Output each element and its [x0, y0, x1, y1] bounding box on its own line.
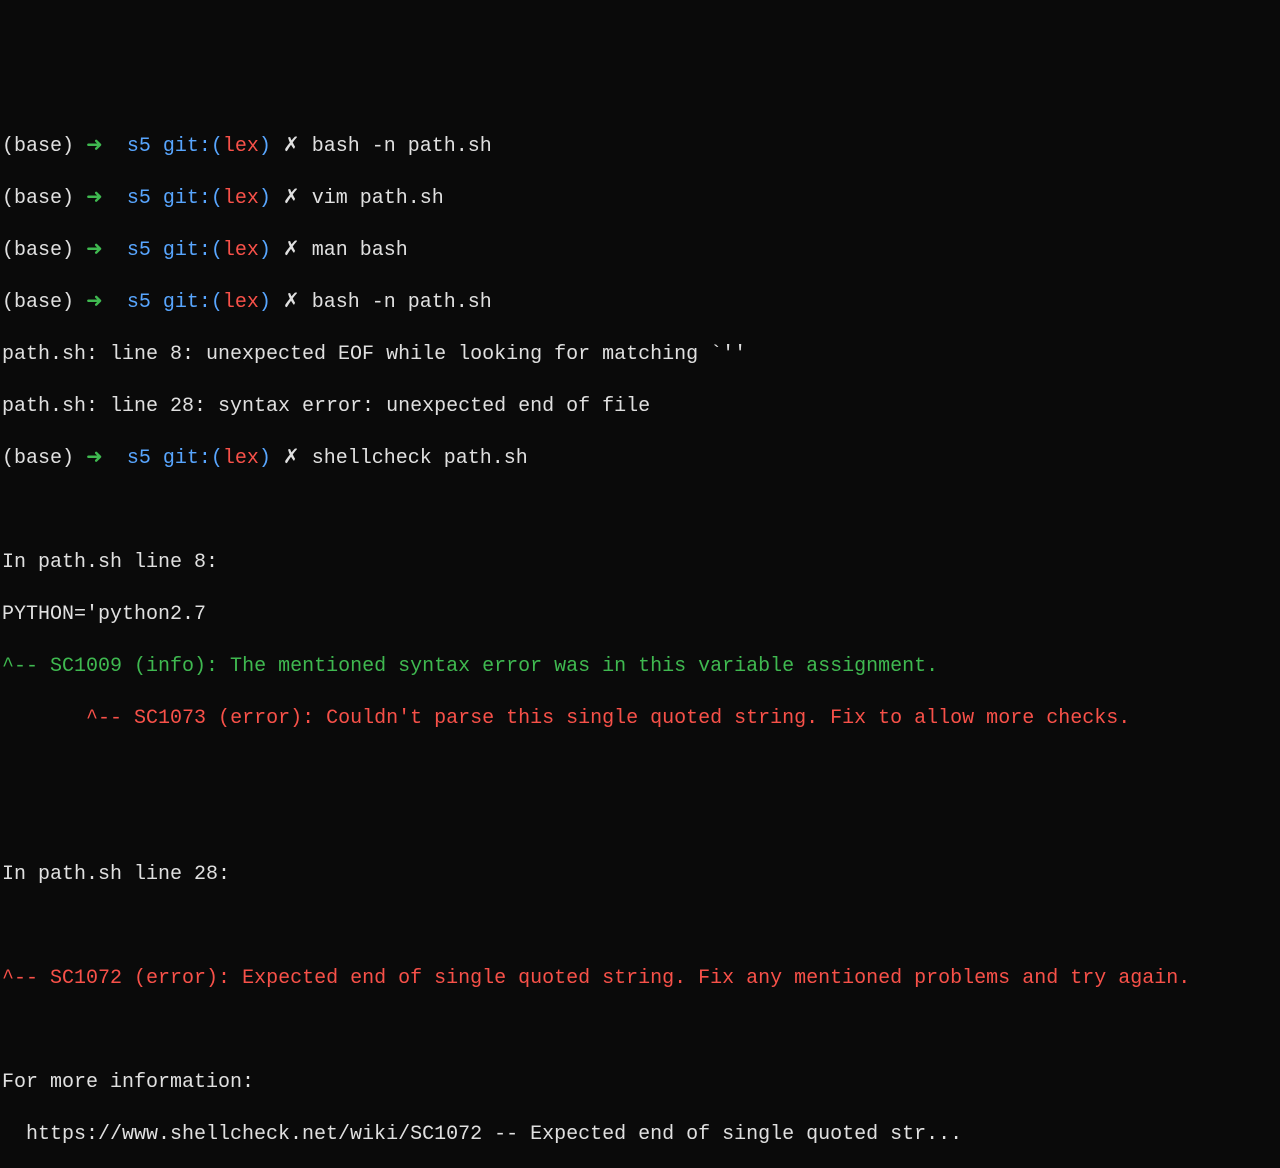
link-url: https://www.shellcheck.net/wiki/SC1072 [2, 1123, 482, 1146]
prompt-line-3: (base) ➜ s5 git:(lex) ✗ man bash [2, 238, 1278, 264]
sc1009-line: ^-- SC1009 (info): The mentioned syntax … [2, 654, 1278, 680]
cwd: s5 [127, 187, 151, 210]
wiki-link-1: https://www.shellcheck.net/wiki/SC1072 -… [2, 1122, 1278, 1148]
prompt-line-5: (base) ➜ s5 git:(lex) ✗ shellcheck path.… [2, 446, 1278, 472]
command-3: man bash [312, 239, 408, 262]
more-info-header: For more information: [2, 1070, 1278, 1096]
git-branch: lex [223, 291, 259, 314]
git-label: git:( [163, 135, 223, 158]
dirty-icon: ✗ [283, 187, 300, 210]
git-label: git:( [163, 291, 223, 314]
git-close: ) [259, 187, 271, 210]
caret-marker: ^-- [2, 967, 38, 990]
arrow-icon: ➜ [86, 135, 103, 158]
git-branch: lex [223, 239, 259, 262]
sc1009-message: SC1009 (info): The mentioned syntax erro… [50, 655, 938, 678]
blank-line [2, 914, 1278, 940]
git-close: ) [259, 291, 271, 314]
cwd: s5 [127, 239, 151, 262]
env-label: (base) [2, 447, 74, 470]
prompt-line-2: (base) ➜ s5 git:(lex) ✗ vim path.sh [2, 186, 1278, 212]
dirty-icon: ✗ [283, 239, 300, 262]
bash-error-1: path.sh: line 8: unexpected EOF while lo… [2, 342, 1278, 368]
sc1073-message: SC1073 (error): Couldn't parse this sing… [134, 707, 1130, 730]
prompt-line-4: (base) ➜ s5 git:(lex) ✗ bash -n path.sh [2, 290, 1278, 316]
git-branch: lex [223, 135, 259, 158]
blank-line [2, 1018, 1278, 1044]
prompt-line-1: (base) ➜ s5 git:(lex) ✗ bash -n path.sh [2, 134, 1278, 160]
terminal-output[interactable]: (base) ➜ s5 git:(lex) ✗ bash -n path.sh … [2, 108, 1278, 1168]
caret-marker: ^-- [2, 707, 122, 730]
sc1073-line: ^-- SC1073 (error): Couldn't parse this … [2, 706, 1278, 732]
env-label: (base) [2, 291, 74, 314]
blank-line [2, 758, 1278, 784]
git-label: git:( [163, 239, 223, 262]
git-branch: lex [223, 447, 259, 470]
shellcheck-location-2: In path.sh line 28: [2, 862, 1278, 888]
sc1072-message: SC1072 (error): Expected end of single q… [50, 967, 1190, 990]
arrow-icon: ➜ [86, 447, 103, 470]
blank-line [2, 810, 1278, 836]
git-close: ) [259, 135, 271, 158]
shellcheck-code-line: PYTHON='python2.7 [2, 602, 1278, 628]
bash-error-2: path.sh: line 28: syntax error: unexpect… [2, 394, 1278, 420]
git-branch: lex [223, 187, 259, 210]
cwd: s5 [127, 135, 151, 158]
command-5: shellcheck path.sh [312, 447, 528, 470]
env-label: (base) [2, 187, 74, 210]
git-label: git:( [163, 447, 223, 470]
arrow-icon: ➜ [86, 239, 103, 262]
command-2: vim path.sh [312, 187, 444, 210]
cwd: s5 [127, 447, 151, 470]
git-close: ) [259, 239, 271, 262]
blank-line [2, 498, 1278, 524]
dirty-icon: ✗ [283, 135, 300, 158]
caret-marker: ^-- [2, 655, 38, 678]
arrow-icon: ➜ [86, 291, 103, 314]
command-4: bash -n path.sh [312, 291, 492, 314]
dirty-icon: ✗ [283, 447, 300, 470]
arrow-icon: ➜ [86, 187, 103, 210]
sc1072-line: ^-- SC1072 (error): Expected end of sing… [2, 966, 1278, 992]
env-label: (base) [2, 239, 74, 262]
command-1: bash -n path.sh [312, 135, 492, 158]
git-label: git:( [163, 187, 223, 210]
env-label: (base) [2, 135, 74, 158]
cwd: s5 [127, 291, 151, 314]
git-close: ) [259, 447, 271, 470]
dirty-icon: ✗ [283, 291, 300, 314]
link-desc: -- Expected end of single quoted str... [482, 1123, 962, 1146]
shellcheck-location-1: In path.sh line 8: [2, 550, 1278, 576]
